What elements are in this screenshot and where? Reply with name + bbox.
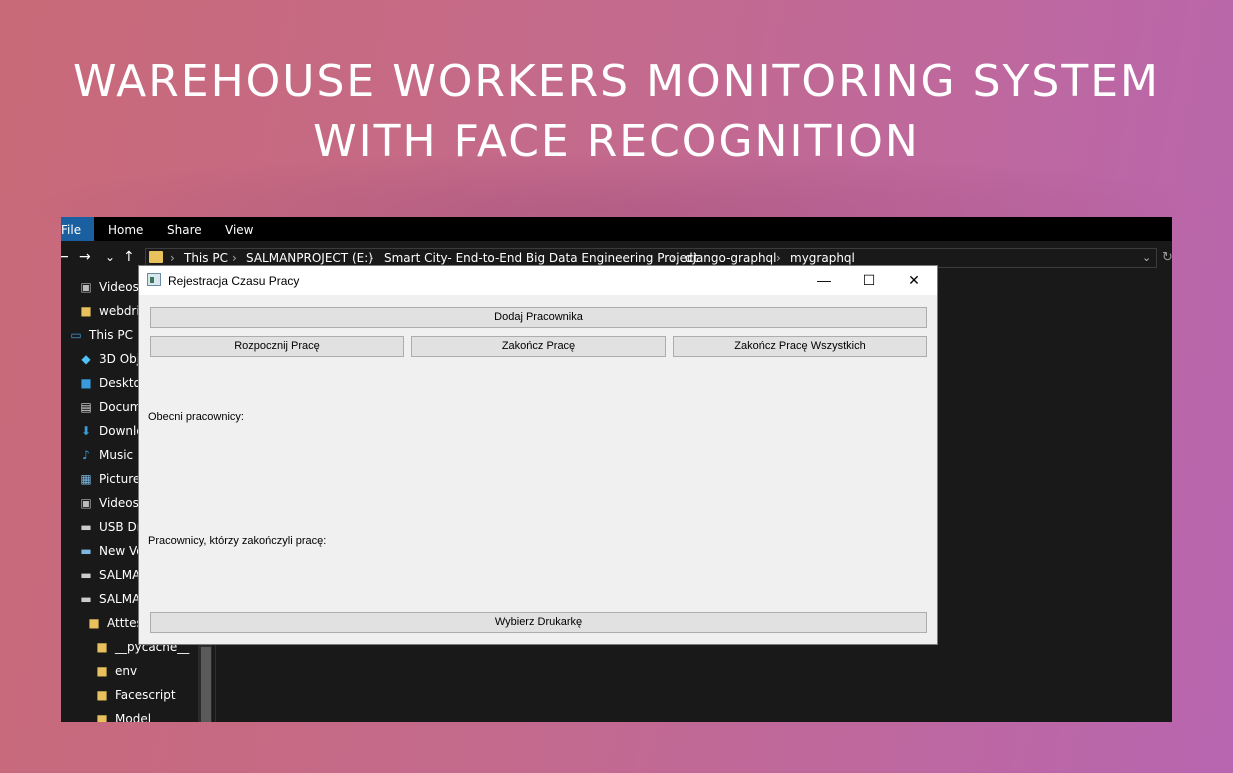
end-work-all-button[interactable]: Zakończ Pracę Wszystkich [673,336,927,357]
ribbon-tab-file[interactable]: File [61,217,94,241]
banner-title-line1: WAREHOUSE WORKERS MONITORING SYSTEM [73,56,1160,107]
select-printer-button[interactable]: Wybierz Drukarkę [150,612,927,633]
video-folder-icon: ▣ [80,496,92,510]
folder-icon: ■ [96,712,108,722]
folder-icon [149,251,163,263]
breadcrumb-drive[interactable]: SALMANPROJECT (E:) [246,251,373,265]
start-work-button[interactable]: Rozpocznij Pracę [150,336,404,357]
title-bar[interactable]: Rejestracja Czasu Pracy — ☐ ✕ [139,266,937,295]
ribbon-tab-home[interactable]: Home [108,223,143,237]
3d-objects-icon: ◆ [81,352,91,366]
video-folder-icon: ▣ [80,280,92,294]
app-window-icon [147,273,161,286]
current-employees-label: Obecni pracownicy: [148,411,244,423]
address-dropdown-icon[interactable]: ⌄ [1142,251,1151,264]
recent-locations-icon[interactable]: ⌄ [105,250,115,264]
drive-icon: ▬ [80,592,92,606]
time-registration-dialog: Rejestracja Czasu Pracy — ☐ ✕ Dodaj Prac… [138,265,938,645]
add-employee-button[interactable]: Dodaj Pracownika [150,307,927,328]
back-arrow-icon[interactable]: ← [61,249,69,265]
refresh-icon[interactable]: ↻ [1162,250,1172,265]
folder-icon: ■ [96,688,108,702]
finished-employees-label: Pracownicy, którzy zakończyli pracę: [148,535,327,547]
breadcrumb-project[interactable]: Smart City- End-to-End Big Data Engineer… [384,251,698,265]
ribbon-tab-view[interactable]: View [225,223,253,237]
ribbon-tab-share[interactable]: Share [167,223,202,237]
folder-icon: ■ [96,664,108,678]
computer-icon: ▭ [70,328,82,342]
up-arrow-icon[interactable]: ↑ [123,249,135,265]
breadcrumb-separator: › [369,251,374,265]
desktop-icon: ■ [80,376,92,390]
forward-arrow-icon[interactable]: → [79,249,91,265]
maximize-button[interactable]: ☐ [846,266,892,295]
breadcrumb-separator: › [776,251,781,265]
documents-icon: ▤ [80,400,92,414]
pictures-icon: ▦ [80,472,92,486]
minimize-button[interactable]: — [801,266,847,295]
drive-icon: ▬ [80,520,92,534]
network-drive-icon: ▬ [80,544,92,558]
downloads-icon: ⬇ [80,424,92,438]
breadcrumb-separator: › [170,251,175,265]
folder-icon: ■ [80,304,92,318]
breadcrumb-separator: › [671,251,676,265]
close-button[interactable]: ✕ [891,266,937,295]
breadcrumb-mygraphql[interactable]: mygraphql [790,251,855,265]
end-work-button[interactable]: Zakończ Pracę [411,336,666,357]
ribbon: File Home Share View [61,217,1172,241]
music-icon: ♪ [82,448,90,462]
window-title: Rejestracja Czasu Pracy [168,274,300,288]
folder-icon: ■ [88,616,100,630]
breadcrumb-django-graphql[interactable]: django-graphql [685,251,777,265]
sidebar-scroll-thumb[interactable] [201,647,211,722]
drive-icon: ▬ [80,568,92,582]
folder-icon: ■ [96,640,108,654]
breadcrumb-separator: › [232,251,237,265]
banner-title-line2: WITH FACE RECOGNITION [313,116,920,167]
breadcrumb-this-pc[interactable]: This PC [184,251,228,265]
